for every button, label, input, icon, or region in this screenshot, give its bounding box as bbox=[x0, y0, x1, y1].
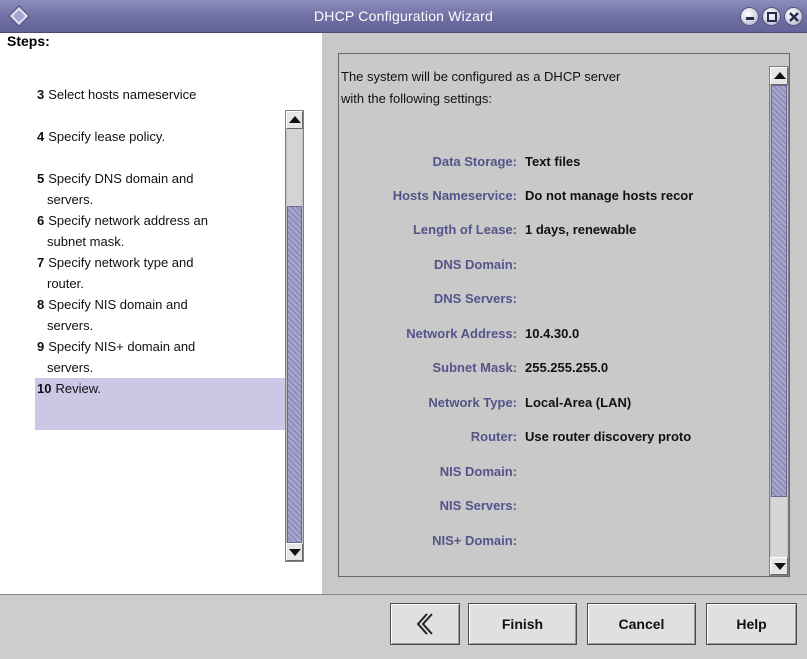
review-intro: The system will be configured as a DHCP … bbox=[341, 66, 771, 110]
step-label: Specify DNS domain and bbox=[48, 171, 194, 186]
step-number: 9 bbox=[37, 339, 45, 354]
window-title: DHCP Configuration Wizard bbox=[313, 8, 494, 24]
step-number: 6 bbox=[37, 213, 45, 228]
help-button[interactable]: Help bbox=[706, 603, 797, 645]
step-item[interactable]: 7 Specify network type and router. bbox=[35, 252, 285, 294]
setting-row: Length of Lease: 1 days, renewable bbox=[339, 222, 771, 244]
setting-label: NIS Domain: bbox=[439, 464, 517, 479]
back-button[interactable] bbox=[390, 603, 460, 645]
maximize-icon[interactable] bbox=[762, 7, 781, 26]
step-item[interactable]: 5 Specify DNS domain and servers. bbox=[35, 168, 285, 210]
review-scrollbar[interactable] bbox=[769, 66, 789, 576]
step-item[interactable]: 8 Specify NIS domain and servers. bbox=[35, 294, 285, 336]
scroll-track[interactable] bbox=[287, 129, 302, 206]
step-label-continued: servers. bbox=[47, 192, 94, 207]
step-number: 3 bbox=[37, 87, 45, 102]
setting-label: Length of Lease: bbox=[412, 222, 517, 237]
setting-row: DNS Domain: bbox=[339, 257, 771, 279]
setting-row: DNS Servers: bbox=[339, 291, 771, 313]
step-item[interactable]: 3 Select hosts nameservice bbox=[35, 84, 285, 105]
step-number: 4 bbox=[37, 129, 45, 144]
scroll-track[interactable] bbox=[771, 497, 787, 557]
scroll-thumb[interactable] bbox=[287, 206, 302, 543]
setting-value: Do not manage hosts recor bbox=[525, 188, 694, 203]
title-bar[interactable]: DHCP Configuration Wizard bbox=[0, 0, 807, 33]
review-panel[interactable]: The system will be configured as a DHCP … bbox=[338, 53, 790, 577]
step-label-continued: servers. bbox=[47, 318, 94, 333]
setting-label: NIS Servers: bbox=[439, 498, 517, 513]
setting-row: Network Type: Local-Area (LAN) bbox=[339, 395, 771, 417]
setting-value: 1 days, renewable bbox=[525, 222, 637, 237]
step-label: Specify lease policy. bbox=[48, 129, 166, 144]
steps-heading: Steps: bbox=[7, 33, 50, 49]
step-number: 10 bbox=[37, 381, 52, 396]
setting-row: Data Storage: Text files bbox=[339, 154, 771, 176]
setting-label: Subnet Mask: bbox=[432, 360, 517, 375]
setting-value: 10.4.30.0 bbox=[525, 326, 580, 341]
setting-label: Network Type: bbox=[428, 395, 517, 410]
step-label: Specify network address an bbox=[48, 213, 208, 228]
step-item[interactable]: 6 Specify network address an subnet mask. bbox=[35, 210, 285, 252]
scroll-down-button[interactable] bbox=[286, 543, 303, 561]
step-number: 5 bbox=[37, 171, 45, 186]
step-item-active[interactable]: 10 Review. bbox=[35, 378, 285, 430]
scroll-up-button[interactable] bbox=[286, 111, 303, 129]
setting-label: Network Address: bbox=[406, 326, 517, 341]
intro-line: The system will be configured as a DHCP … bbox=[341, 69, 621, 84]
setting-row: NIS+ Domain: bbox=[339, 533, 771, 555]
setting-row: Subnet Mask: 255.255.255.0 bbox=[339, 360, 771, 382]
setting-value: 255.255.255.0 bbox=[525, 360, 609, 375]
step-item[interactable]: 4 Specify lease policy. bbox=[35, 126, 285, 147]
setting-row: Router: Use router discovery proto bbox=[339, 429, 771, 451]
setting-label: DNS Domain: bbox=[433, 257, 517, 272]
setting-label: NIS+ Domain: bbox=[432, 533, 517, 548]
minimize-icon[interactable] bbox=[740, 7, 759, 26]
intro-line: with the following settings: bbox=[341, 91, 493, 106]
step-label: Review. bbox=[55, 381, 101, 396]
step-label: Specify network type and bbox=[48, 255, 194, 270]
setting-row: NIS Servers: bbox=[339, 498, 771, 520]
setting-row: Hosts Nameservice: Do not manage hosts r… bbox=[339, 188, 771, 210]
finish-button[interactable]: Finish bbox=[468, 603, 577, 645]
setting-value: Local-Area (LAN) bbox=[525, 395, 632, 410]
step-label: Select hosts nameservice bbox=[48, 87, 197, 102]
step-item[interactable]: 9 Specify NIS+ domain and servers. bbox=[35, 336, 285, 378]
step-label-continued: router. bbox=[47, 276, 84, 291]
steps-scrollbar[interactable] bbox=[285, 110, 304, 562]
setting-label: Router: bbox=[470, 429, 517, 444]
setting-value: Text files bbox=[525, 154, 581, 169]
setting-row: NIS Domain: bbox=[339, 464, 771, 486]
setting-value: Use router discovery proto bbox=[525, 429, 692, 444]
step-label-continued: subnet mask. bbox=[47, 234, 125, 249]
step-label: Specify NIS domain and bbox=[48, 297, 188, 312]
setting-label: Data Storage: bbox=[432, 154, 517, 169]
scroll-down-button[interactable] bbox=[770, 557, 788, 575]
step-label: Specify NIS+ domain and bbox=[48, 339, 196, 354]
close-icon[interactable] bbox=[784, 7, 803, 26]
setting-row: Network Address: 10.4.30.0 bbox=[339, 326, 771, 348]
step-number: 7 bbox=[37, 255, 45, 270]
step-label-continued: servers. bbox=[47, 360, 94, 375]
scroll-up-button[interactable] bbox=[770, 67, 788, 85]
step-number: 8 bbox=[37, 297, 45, 312]
chevron-left-icon bbox=[410, 613, 440, 635]
setting-label: Hosts Nameservice: bbox=[392, 188, 517, 203]
scroll-thumb[interactable] bbox=[771, 85, 787, 497]
cancel-button[interactable]: Cancel bbox=[587, 603, 696, 645]
setting-label: DNS Servers: bbox=[433, 291, 517, 306]
